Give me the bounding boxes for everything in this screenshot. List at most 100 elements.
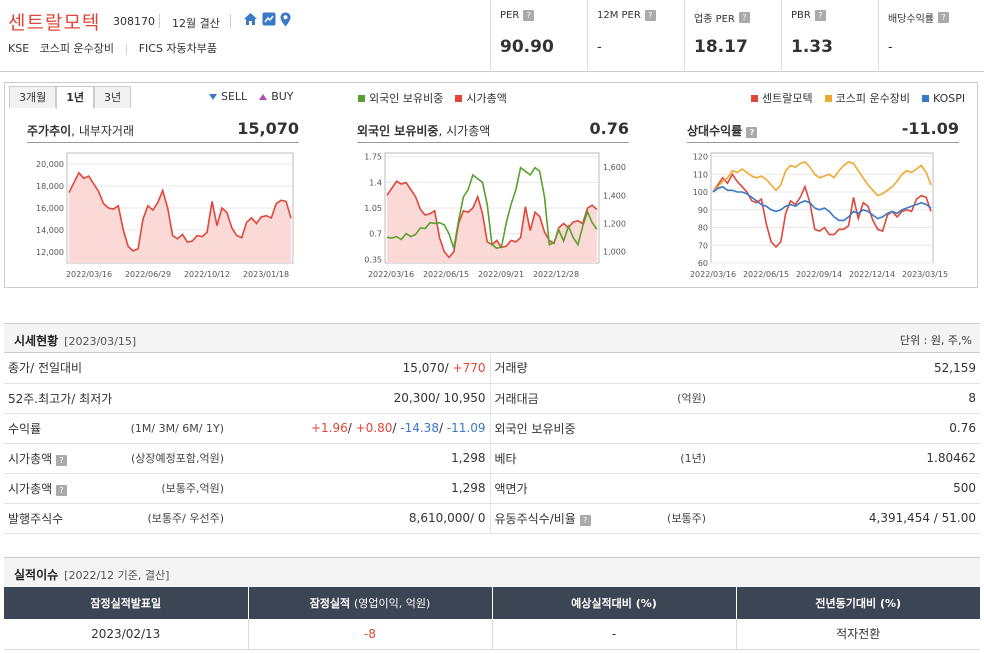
announce-date-cell: 2023/02/13 (4, 619, 249, 650)
row-qualifier: (1M/ 3M/ 6M/ 1Y) (130, 421, 224, 435)
row-value-cell: 0.76 (710, 413, 980, 444)
legend-marketcap: 시가총액 (455, 90, 507, 106)
help-icon[interactable]: ? (938, 12, 949, 23)
sector-fics[interactable]: FICS 자동차부품 (139, 42, 217, 55)
section-date: [2022/12 기준, 결산] (64, 569, 170, 582)
y-tick-label: 18,000 (36, 182, 64, 191)
help-icon[interactable]: ? (814, 10, 826, 21)
chart-title: 외국인 보유비중, 시가총액 (357, 124, 491, 138)
help-icon[interactable]: ? (56, 454, 67, 466)
row-label: 액면가 (494, 481, 528, 496)
legend-swatch (751, 94, 758, 102)
metric-label: 배당수익률 (888, 14, 934, 25)
help-icon[interactable]: ? (579, 514, 591, 526)
row-label: 시가총액 (8, 451, 53, 466)
metric-value: 18.17 (694, 37, 748, 57)
tab-3m[interactable]: 3개월 (9, 86, 57, 108)
row-qualifier: (1년) (680, 452, 706, 465)
help-icon[interactable]: ? (56, 484, 67, 496)
help-icon[interactable]: ? (523, 10, 535, 21)
location-icon[interactable] (280, 12, 291, 31)
table-row: 시가총액 ? (상장예정포함,억원) 1,298 베타 (1년) 1.80462 (4, 443, 980, 474)
section-title-text: 실적이슈 (14, 568, 59, 582)
return-6m: -14.38 (400, 421, 439, 435)
table-row: 52주.최고가/ 최저가 20,300/ 10,950 거래대금 (억원) 8 (4, 383, 980, 414)
plot-frame (710, 152, 934, 264)
underline (687, 142, 959, 143)
row-label: 수익률 (8, 421, 42, 436)
right-legend: 센트랄모텍 코스피 운수장비 KOSPI (751, 90, 965, 106)
row-qualifier: (보통주,억원) (161, 482, 224, 495)
value-main: 8,610,000/ 0 (408, 511, 486, 525)
metric-value: - (888, 40, 893, 55)
row-value-cell: 52,159 (710, 353, 980, 384)
x-tick-label: 2022/06/15 (423, 270, 469, 279)
tab-3y[interactable]: 3년 (94, 86, 132, 108)
table-header-row: 잠정실적발표일 잠정실적 (영업이익, 억원) 예상실적대비 (%) 전년동기대… (4, 587, 980, 619)
x-tick-label: 2022/09/21 (478, 270, 524, 279)
row-label-cell: 액면가 (489, 473, 710, 504)
value-main: 1,298 (451, 451, 486, 465)
row-value-cell: 20,300/ 10,950 (228, 383, 491, 414)
company-name: 센트랄모텍 (8, 12, 101, 34)
x-tick-label: 2022/03/16 (368, 270, 414, 279)
market-label: KSE (8, 42, 30, 55)
metric-per: PER? 90.90 (490, 0, 587, 72)
x-tick-label: 2022/10/12 (184, 270, 230, 279)
metric-label: 12M PER (597, 10, 641, 21)
table-row: 종가/ 전일대비 15,070/ +770 거래량 52,159 (4, 353, 980, 384)
sell-marker-icon (209, 93, 217, 100)
tab-1y[interactable]: 1년 (56, 86, 95, 109)
help-icon[interactable]: ? (738, 12, 750, 23)
legend-label: 시가총액 (466, 92, 507, 105)
row-label-cell: 발행주식수 (보통주/ 우선주) (4, 503, 228, 534)
legend-label: KOSPI (932, 91, 966, 105)
buy-marker-icon (259, 93, 268, 100)
x-tick-label: 2023/01/18 (243, 270, 289, 279)
legend-swatch (824, 94, 832, 102)
sell-legend: SELL (209, 90, 247, 103)
header-icons (243, 12, 291, 31)
metric-sector-per: 업종 PER? 18.17 (684, 0, 781, 72)
row-label: 베타 (494, 451, 517, 466)
legend-company: 센트랄모텍 (751, 90, 813, 106)
legend-swatch (455, 94, 463, 102)
metric-label: 업종 PER (694, 14, 735, 25)
metric-value: 90.90 (500, 37, 554, 57)
legend-kospi: KOSPI (921, 90, 966, 106)
row-label: 시가총액 (8, 481, 53, 496)
value-main: 20,300/ 10,950 (393, 391, 486, 405)
metric-pbr: PBR? 1.33 (781, 0, 878, 72)
value-main: 15,070/ (402, 360, 453, 375)
underline (27, 142, 299, 143)
y-tick-label: 1.75 (364, 153, 382, 162)
y-tick-label: 110 (693, 170, 708, 179)
legend-label: 외국인 보유비중 (369, 92, 444, 105)
row-label-cell: 종가/ 전일대비 (4, 353, 228, 384)
sector-kospi[interactable]: 코스피 운수장비 (40, 42, 114, 55)
chart-subtitle: 내부자거래 (78, 124, 135, 138)
issue-section-title: 실적이슈 [2022/12 기준, 결산] (14, 566, 169, 583)
home-icon[interactable] (243, 12, 258, 31)
row-value-cell: 15,070/ +770 (228, 353, 491, 384)
x-tick-label: 2022/03/16 (66, 270, 112, 279)
row-label-cell: 시가총액 ? (보통주,억원) (4, 473, 228, 504)
row-value-cell: 8 (710, 383, 980, 414)
value-main: 1,298 (451, 481, 486, 495)
row-value-cell: 8,610,000/ 0 (228, 503, 491, 534)
chart-title-text: 외국인 보유비중 (357, 124, 439, 138)
legend-foreign: 외국인 보유비중 (358, 90, 443, 106)
row-label-cell: 시가총액 ? (상장예정포함,억원) (4, 443, 228, 474)
chart-icon[interactable] (262, 12, 276, 31)
quote-section-header: 시세현황 [2023/03/15] 단위 : 원, 주,% (4, 323, 980, 353)
help-icon[interactable]: ? (746, 127, 758, 138)
help-icon[interactable]: ? (644, 10, 656, 21)
divider (230, 14, 231, 28)
sell-label: SELL (221, 90, 248, 103)
metric-dividend-yield: 배당수익률? - (878, 0, 975, 72)
row-label: 외국인 보유비중 (494, 421, 576, 436)
divider (159, 14, 160, 28)
chart-value: 15,070 (237, 119, 299, 138)
underline (357, 142, 629, 143)
mid-legend: 외국인 보유비중 시가총액 (358, 90, 507, 106)
